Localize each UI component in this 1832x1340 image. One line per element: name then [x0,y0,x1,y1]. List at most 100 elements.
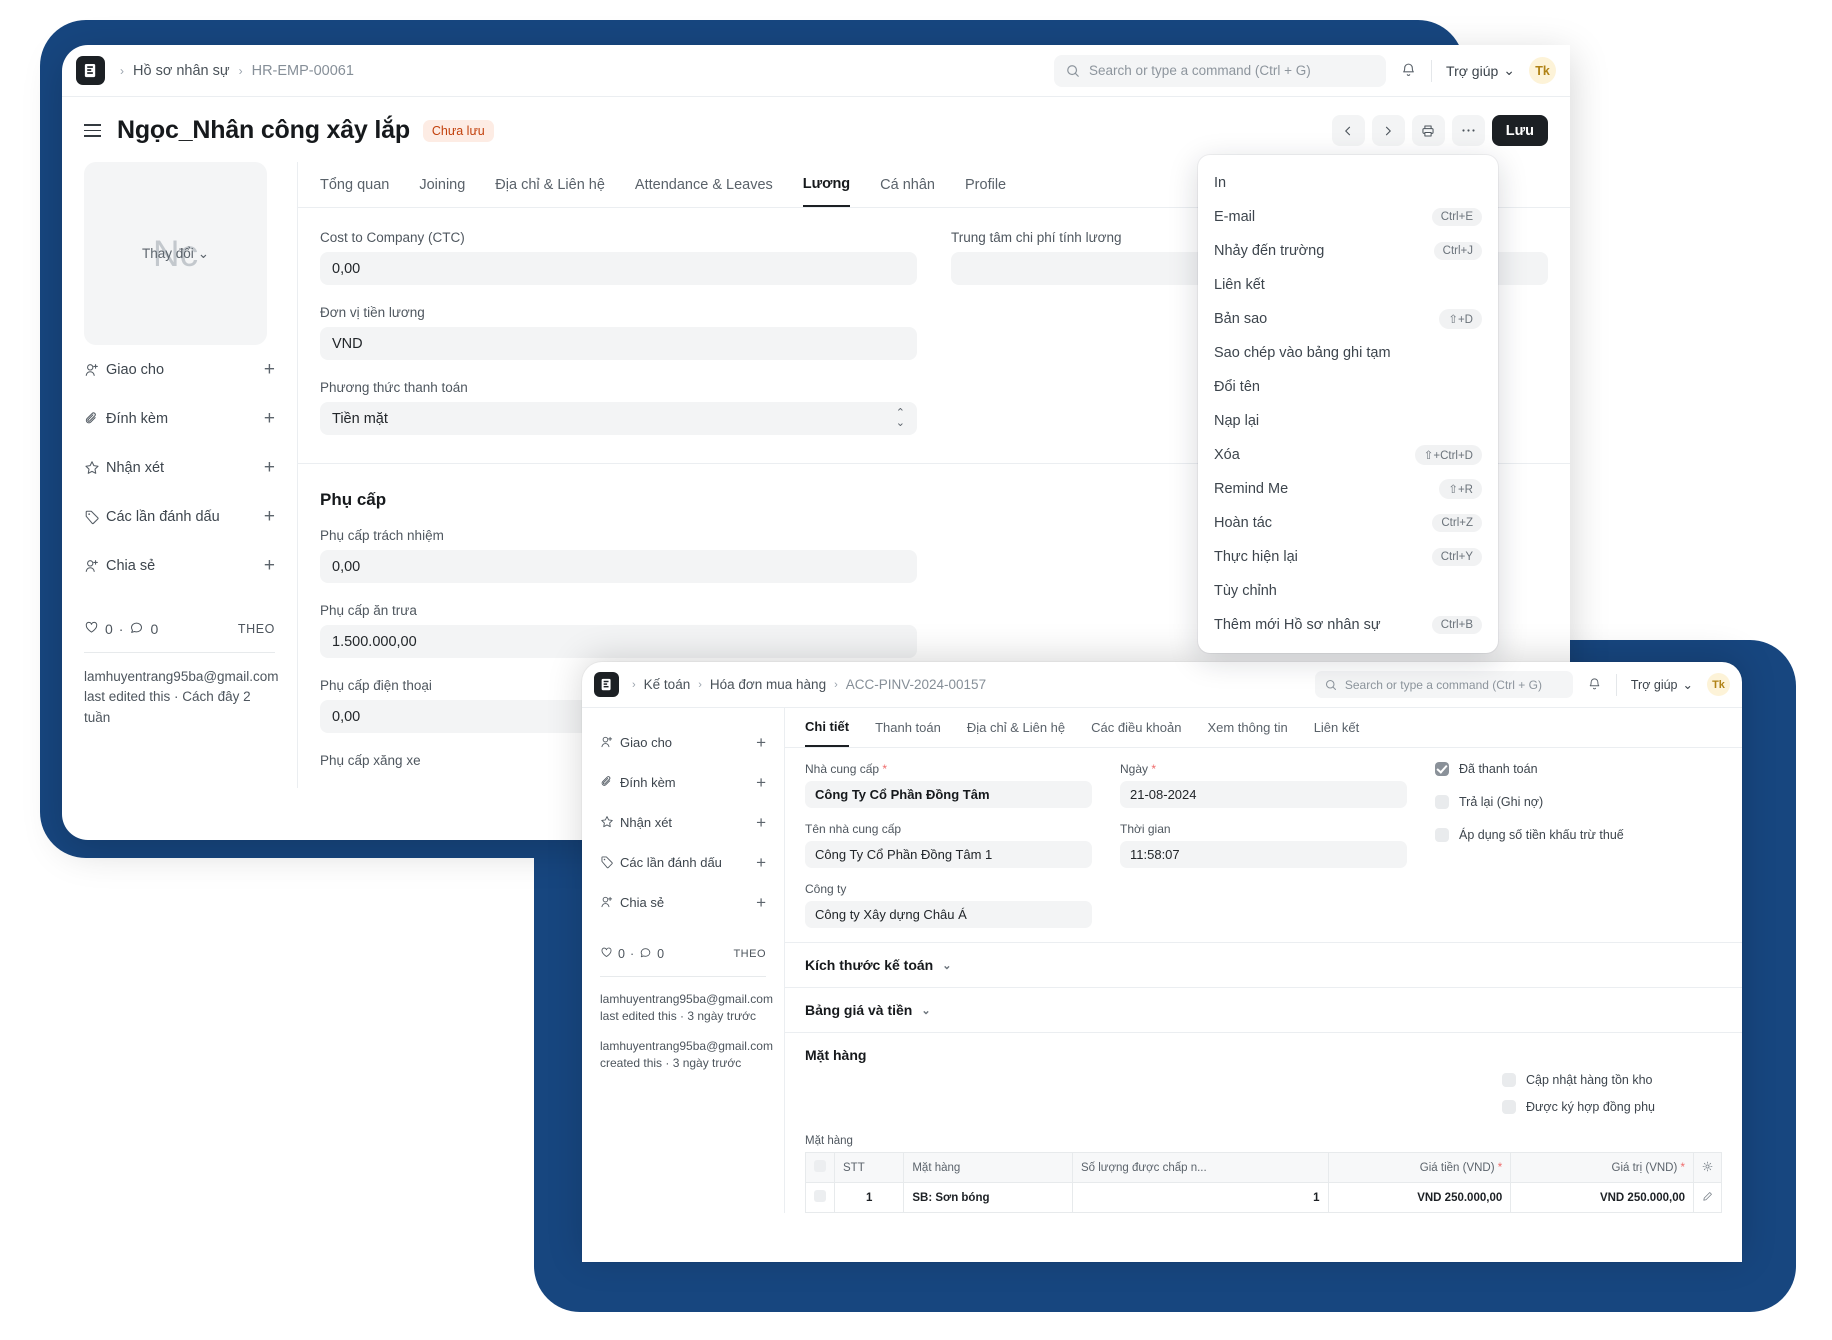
tab-joining[interactable]: Joining [419,164,465,206]
follow-button[interactable]: THEO [238,622,275,636]
print-button[interactable] [1411,115,1445,146]
more-actions-button[interactable] [1451,115,1485,146]
checkbox-icon[interactable] [814,1160,826,1172]
help-menu[interactable]: Trợ giúp ⌄ [1446,62,1515,79]
row-select[interactable] [805,1182,835,1213]
tab-dia-chi-lien-he[interactable]: Địa chỉ & Liên hệ [495,164,605,206]
heart-icon[interactable] [600,946,613,962]
save-button[interactable]: Lưu [1491,115,1548,146]
menu-item-rename[interactable]: Đổi tên [1198,370,1498,404]
checkbox-update-stock[interactable]: Cập nhật hàng tồn kho [1502,1073,1722,1087]
cell-amount[interactable]: VND 250.000,00 [1510,1182,1694,1213]
tab-tong-quan[interactable]: Tổng quan [320,164,389,206]
add-icon[interactable]: + [264,556,275,575]
sidebar-item-share[interactable]: Chia sẻ + [84,541,275,590]
comment-icon[interactable] [129,620,144,638]
checkbox-icon[interactable] [1435,762,1449,776]
checkbox-return-debit[interactable]: Trả lại (Ghi nợ) [1435,795,1722,809]
sidebar-item-assign[interactable]: Giao cho + [600,722,766,762]
search-input[interactable]: Search or type a command (Ctrl + G) [1054,54,1387,87]
cell-qty[interactable]: 1 [1071,1182,1329,1213]
menu-item-jump-to-field[interactable]: Nhảy đến trường Ctrl+J [1198,234,1498,268]
add-icon[interactable]: + [756,814,766,831]
time-input[interactable]: 11:58:07 [1120,841,1407,868]
table-row[interactable]: 1 SB: Sơn bóng 1 VND 250.000,00 VND 250.… [805,1182,1722,1213]
company-input[interactable]: Công ty Xây dựng Châu Á [805,901,1092,928]
checkbox-apply-tax-withholding[interactable]: Áp dụng số tiền khấu trừ thuế [1435,828,1722,842]
date-input[interactable]: 21-08-2024 [1120,781,1407,808]
tab-xem-thong-tin[interactable]: Xem thông tin [1207,709,1287,746]
app-logo-icon[interactable] [76,56,105,85]
breadcrumb-root[interactable]: Kế toán [644,677,691,692]
menu-item-customize[interactable]: Tùy chỉnh [1198,574,1498,608]
tab-lien-ket[interactable]: Liên kết [1314,709,1360,746]
menu-item-copy-to-clipboard[interactable]: Sao chép vào bảng ghi tạm [1198,336,1498,370]
app-logo-icon[interactable] [594,672,619,697]
sidebar-item-tags[interactable]: Các lần đánh dấu + [84,492,275,541]
avatar[interactable]: Tk [1529,57,1556,84]
tab-attendance-leaves[interactable]: Attendance & Leaves [635,164,773,206]
menu-item-redo[interactable]: Thực hiện lại Ctrl+Y [1198,540,1498,574]
tab-cac-dieu-khoan[interactable]: Các điều khoản [1091,709,1181,746]
add-icon[interactable]: + [756,734,766,751]
row-edit-button[interactable] [1693,1182,1722,1213]
sidebar-item-attachments[interactable]: Đính kèm + [84,394,275,443]
payment-method-select[interactable]: Tiền mặt ⌃ ⌄ [320,402,917,435]
checkbox-icon[interactable] [1502,1100,1516,1114]
add-icon[interactable]: + [264,458,275,477]
heart-icon[interactable] [84,620,99,638]
breadcrumb-parent[interactable]: Hóa đơn mua hàng [710,677,826,692]
menu-item-email[interactable]: E-mail Ctrl+E [1198,200,1498,234]
tab-dia-chi-lien-he[interactable]: Địa chỉ & Liên hệ [967,709,1065,746]
checkbox-icon[interactable] [1435,828,1449,842]
col-settings[interactable] [1693,1152,1722,1183]
change-photo-label[interactable]: Thay đổi ⌄ [142,246,209,262]
add-icon[interactable]: + [264,409,275,428]
menu-item-undo[interactable]: Hoàn tác Ctrl+Z [1198,506,1498,540]
menu-item-reload[interactable]: Nạp lại [1198,404,1498,438]
menu-item-links[interactable]: Liên kết [1198,268,1498,302]
allowance-lunch-input[interactable]: 1.500.000,00 [320,625,917,658]
sidebar-item-attachments[interactable]: Đính kèm + [600,762,766,802]
employee-photo[interactable]: Nc Thay đổi ⌄ [84,162,267,345]
help-menu[interactable]: Trợ giúp ⌄ [1631,677,1693,693]
more-actions-menu[interactable]: In E-mail Ctrl+E Nhảy đến trường Ctrl+J … [1198,155,1498,653]
search-input[interactable]: Search or type a command (Ctrl + G) [1314,671,1573,698]
checkbox-paid[interactable]: Đã thanh toán [1435,762,1722,776]
comment-icon[interactable] [639,946,652,962]
add-icon[interactable]: + [756,854,766,871]
menu-item-in[interactable]: In [1198,166,1498,200]
currency-input[interactable]: VND [320,327,917,360]
previous-button[interactable] [1331,115,1365,146]
tab-ca-nhan[interactable]: Cá nhân [880,164,935,206]
sidebar-item-reviews[interactable]: Nhận xét + [84,443,275,492]
checkbox-icon[interactable] [1502,1073,1516,1087]
tab-chi-tiet[interactable]: Chi tiết [805,708,850,747]
checkbox-is-subcontracted[interactable]: Được ký hợp đồng phụ [1502,1100,1722,1114]
sidebar-item-assign[interactable]: Giao cho + [84,345,275,394]
section-accounting-dimensions[interactable]: Kích thước kế toán ⌄ [785,942,1742,987]
cell-item[interactable]: SB: Sơn bóng [903,1182,1073,1213]
col-select-all[interactable] [805,1152,835,1183]
checkbox-icon[interactable] [814,1190,826,1202]
menu-item-remind-me[interactable]: Remind Me ⇧+R [1198,472,1498,506]
add-icon[interactable]: + [264,507,275,526]
sidebar-item-tags[interactable]: Các lần đánh dấu + [600,842,766,882]
sidebar-item-reviews[interactable]: Nhận xét + [600,802,766,842]
next-button[interactable] [1371,115,1405,146]
tab-profile[interactable]: Profile [965,164,1006,206]
menu-item-new-employee-record[interactable]: Thêm mới Hồ sơ nhân sự Ctrl+B [1198,608,1498,642]
add-icon[interactable]: + [264,360,275,379]
checkbox-icon[interactable] [1435,795,1449,809]
section-price-list-currency[interactable]: Bảng giá và tiền ⌄ [785,987,1742,1032]
menu-item-duplicate[interactable]: Bản sao ⇧+D [1198,302,1498,336]
tab-thanh-toan[interactable]: Thanh toán [875,709,941,746]
notifications-bell-icon[interactable] [1587,677,1602,692]
sidebar-toggle-icon[interactable] [84,123,101,138]
ctc-input[interactable]: 0,00 [320,252,917,285]
cell-rate[interactable]: VND 250.000,00 [1327,1182,1512,1213]
breadcrumb-parent[interactable]: Hồ sơ nhân sự [133,63,230,79]
add-icon[interactable]: + [756,894,766,911]
tab-luong[interactable]: Lương [802,163,851,207]
supplier-name-input[interactable]: Công Ty Cổ Phần Đồng Tâm 1 [805,841,1092,868]
